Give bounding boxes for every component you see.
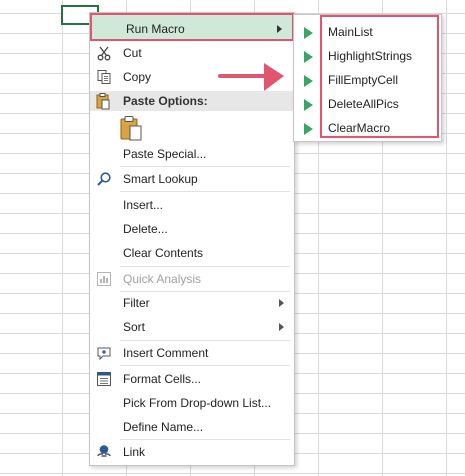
chevron-right-icon: [277, 25, 282, 33]
search-icon: [95, 170, 113, 188]
macro-item[interactable]: FillEmptyCell: [294, 68, 439, 92]
format-cells-item[interactable]: Format Cells...: [90, 367, 294, 391]
insert-label: Insert...: [123, 198, 164, 212]
macro-label: FillEmptyCell: [328, 73, 399, 87]
chevron-right-icon: [279, 299, 284, 307]
play-icon: [304, 75, 313, 87]
run-macro-submenu: MainList HighlightStrings FillEmptyCell …: [293, 14, 442, 142]
macro-label: ClearMacro: [328, 121, 391, 135]
run-macro-label: Run Macro: [126, 22, 185, 36]
paste-special-item[interactable]: Paste Special...: [90, 142, 294, 166]
run-macro-item[interactable]: Run Macro: [90, 13, 294, 41]
format-cells-icon: [95, 370, 113, 388]
annotation-arrow-icon: [218, 63, 284, 91]
paste-options-label: Paste Options:: [123, 94, 208, 108]
sort-label: Sort: [123, 320, 146, 334]
macro-label: HighlightStrings: [328, 49, 413, 63]
macro-label: DeleteAllPics: [328, 97, 399, 111]
macro-item[interactable]: ClearMacro: [294, 116, 439, 140]
paste-clipboard-icon[interactable]: [118, 114, 144, 142]
play-icon: [304, 99, 313, 111]
copy-icon: [95, 68, 113, 86]
macro-item[interactable]: DeleteAllPics: [294, 92, 439, 116]
play-icon: [304, 51, 313, 63]
macro-item[interactable]: HighlightStrings: [294, 44, 439, 68]
clear-contents-label: Clear Contents: [123, 246, 204, 260]
link-icon: [95, 443, 113, 461]
clipboard-icon: [95, 92, 111, 113]
scissors-icon: [95, 44, 113, 62]
copy-label: Copy: [123, 70, 152, 84]
format-cells-label: Format Cells...: [123, 372, 202, 386]
sort-item[interactable]: Sort: [90, 315, 294, 339]
filter-item[interactable]: Filter: [90, 291, 294, 315]
delete-label: Delete...: [123, 222, 168, 236]
define-name-item[interactable]: Define Name...: [90, 415, 294, 439]
separator: [120, 191, 290, 192]
comment-icon: [95, 344, 113, 362]
define-name-label: Define Name...: [123, 420, 204, 434]
quick-analysis-label: Quick Analysis: [123, 272, 202, 286]
paste-special-label: Paste Special...: [123, 147, 207, 161]
insert-comment-label: Insert Comment: [123, 346, 209, 360]
delete-item[interactable]: Delete...: [90, 217, 294, 241]
insert-item[interactable]: Insert...: [90, 193, 294, 217]
smart-lookup-label: Smart Lookup: [123, 172, 198, 186]
play-icon: [304, 27, 313, 39]
clear-contents-item[interactable]: Clear Contents: [90, 241, 294, 265]
macro-label: MainList: [328, 25, 373, 39]
chevron-right-icon: [279, 323, 284, 331]
quick-analysis-icon: [95, 270, 113, 288]
paste-button-item[interactable]: [90, 112, 294, 146]
filter-label: Filter: [123, 296, 150, 310]
quick-analysis-item: Quick Analysis: [90, 267, 294, 291]
pick-from-list-label: Pick From Drop-down List...: [123, 396, 272, 410]
pick-from-list-item[interactable]: Pick From Drop-down List...: [90, 391, 294, 415]
insert-comment-item[interactable]: Insert Comment: [90, 341, 294, 365]
cut-label: Cut: [123, 46, 142, 60]
play-icon: [304, 123, 313, 135]
macro-item[interactable]: MainList: [294, 20, 439, 44]
link-label: Link: [123, 445, 146, 459]
separator: [120, 365, 290, 366]
link-item[interactable]: Link: [90, 440, 294, 464]
smart-lookup-item[interactable]: Smart Lookup: [90, 167, 294, 191]
